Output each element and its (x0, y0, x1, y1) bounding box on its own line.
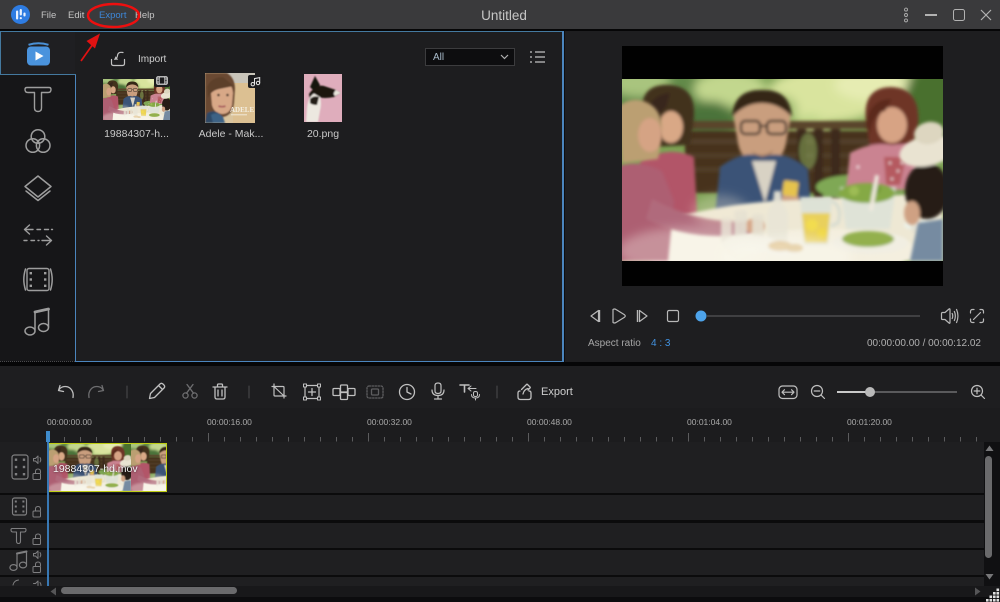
svg-text:ADELE: ADELE (230, 106, 254, 114)
